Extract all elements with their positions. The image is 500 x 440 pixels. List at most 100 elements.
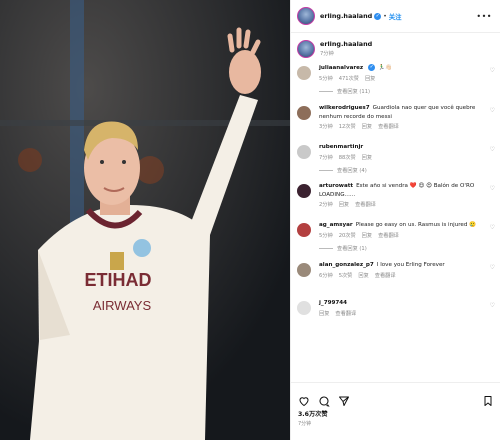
commenter-username[interactable]: rubenmartinjr bbox=[319, 144, 363, 150]
view-replies-label[interactable]: 查看回复 (11) bbox=[337, 88, 370, 95]
player-image: ETIHAD AIRWAYS bbox=[0, 0, 290, 440]
post-footer: 3.6万次赞 7分钟 bbox=[291, 382, 500, 440]
commenter-avatar[interactable] bbox=[297, 184, 311, 198]
comment-likes[interactable]: 12次赞 bbox=[339, 124, 356, 130]
verified-icon: ✓ bbox=[374, 12, 382, 20]
likes-count[interactable]: 3.6万次赞 bbox=[291, 407, 500, 418]
comment-text: wilkerodrigues7 Guardiola nao quer que vo… bbox=[319, 104, 487, 121]
replies-divider bbox=[319, 90, 333, 92]
commenter-avatar[interactable] bbox=[297, 263, 311, 277]
author-username[interactable]: erling.haaland bbox=[320, 40, 372, 48]
heart-icon[interactable]: ♡ bbox=[490, 67, 495, 74]
comment-text: juliaanalvarez ✓ 🏃‍♂️👋🏻 bbox=[319, 64, 487, 73]
view-replies-button[interactable]: 查看回复 (11) bbox=[319, 88, 487, 95]
commenter-username[interactable]: juliaanalvarez bbox=[319, 65, 363, 71]
heart-icon[interactable]: ♡ bbox=[490, 185, 495, 192]
comment-body: Please go easy on us. Rasmus is injured … bbox=[355, 222, 477, 228]
commenter-avatar[interactable] bbox=[297, 223, 311, 237]
view-replies-label[interactable]: 查看回复 (4) bbox=[337, 167, 367, 174]
comment-meta: 6分钟 5次赞 回复 查看翻译 bbox=[319, 272, 487, 279]
commenter-avatar[interactable] bbox=[297, 106, 311, 120]
comment-item: wilkerodrigues7 Guardiola nao quer que vo… bbox=[291, 104, 500, 140]
comment-time: 6分钟 bbox=[319, 272, 333, 279]
comment-body: 🏃‍♂️👋🏻 bbox=[378, 65, 393, 71]
reply-button[interactable]: 回复 bbox=[362, 124, 372, 130]
comment-list[interactable]: erling.haaland 7分钟 juliaanalvarez ✓ 🏃‍♂️👋🏻… bbox=[291, 36, 500, 380]
reply-button[interactable]: 回复 bbox=[339, 202, 349, 208]
comment-time: 5分钟 bbox=[319, 232, 333, 239]
svg-text:AIRWAYS: AIRWAYS bbox=[93, 298, 152, 313]
reply-button[interactable]: 回复 bbox=[362, 233, 372, 239]
replies-divider bbox=[319, 247, 333, 249]
comment-time: 3分钟 bbox=[319, 124, 333, 130]
comment-text: j_799744 bbox=[319, 299, 487, 308]
comment-time: 5分钟 bbox=[319, 75, 333, 82]
author-username[interactable]: erling.haaland bbox=[320, 12, 372, 20]
comment-text: ag_amsyar Please go easy on us. Rasmus is… bbox=[319, 221, 487, 230]
heart-icon[interactable]: ♡ bbox=[490, 107, 495, 114]
follow-button[interactable]: 关注 bbox=[389, 12, 402, 21]
caption-time: 7分钟 bbox=[320, 51, 334, 57]
action-bar bbox=[291, 383, 500, 407]
comment-likes[interactable]: 471次赞 bbox=[339, 76, 359, 82]
heart-icon[interactable]: ♡ bbox=[490, 224, 495, 231]
commenter-username[interactable]: ag_amsyar bbox=[319, 222, 353, 228]
comment-text: alan_gonzalez_p7 I love you Erling Foreve… bbox=[319, 261, 487, 270]
comment-likes[interactable]: 5次赞 bbox=[339, 273, 353, 279]
comment-time: 2分钟 bbox=[319, 202, 333, 208]
post-photo[interactable]: ETIHAD AIRWAYS bbox=[0, 0, 290, 440]
heart-icon[interactable]: ♡ bbox=[490, 264, 495, 271]
translate-button[interactable]: 查看翻译 bbox=[375, 273, 396, 279]
reply-button[interactable]: 回复 bbox=[362, 155, 372, 161]
comment-item: rubenmartinjr 7分钟 88次赞 回复 ♡ 查看回复 (4) bbox=[291, 143, 500, 179]
comment-meta: 3分钟 12次赞 回复 查看翻译 bbox=[319, 123, 487, 130]
translate-button[interactable]: 查看翻译 bbox=[378, 124, 399, 130]
translate-button[interactable]: 查看翻译 bbox=[355, 202, 376, 208]
commenter-username[interactable]: arturowatt bbox=[319, 183, 353, 189]
comment-item: alan_gonzalez_p7 I love you Erling Foreve… bbox=[291, 261, 500, 297]
author-avatar[interactable] bbox=[297, 40, 315, 58]
translate-button[interactable]: 查看翻译 bbox=[335, 311, 356, 317]
heart-icon[interactable] bbox=[298, 392, 310, 407]
reply-button[interactable]: 回复 bbox=[319, 311, 329, 317]
commenter-username[interactable]: alan_gonzalez_p7 bbox=[319, 262, 374, 268]
commenter-avatar[interactable] bbox=[297, 66, 311, 80]
comment-likes[interactable]: 88次赞 bbox=[339, 155, 356, 161]
view-replies-button[interactable]: 查看回复 (1) bbox=[319, 245, 487, 252]
comment-meta: 5分钟 471次赞 回复 bbox=[319, 75, 487, 82]
caption-row: erling.haaland 7分钟 bbox=[291, 36, 500, 64]
reply-button[interactable]: 回复 bbox=[365, 76, 375, 82]
post-time: 7分钟 bbox=[298, 421, 312, 427]
comment-text: rubenmartinjr bbox=[319, 143, 487, 152]
post-header: erling.haaland ✓ • 关注 ••• bbox=[291, 0, 500, 33]
svg-text:ETIHAD: ETIHAD bbox=[85, 270, 152, 290]
comment-meta: 7分钟 88次赞 回复 bbox=[319, 154, 487, 161]
comment-time: 7分钟 bbox=[319, 154, 333, 161]
reply-button[interactable]: 回复 bbox=[358, 273, 368, 279]
comment-item: j_799744 回复 查看翻译 ♡ bbox=[291, 299, 500, 335]
comment-meta: 2分钟 回复 查看翻译 bbox=[319, 201, 487, 208]
comment-meta: 回复 查看翻译 bbox=[319, 310, 487, 317]
bookmark-icon[interactable] bbox=[482, 392, 494, 406]
heart-icon[interactable]: ♡ bbox=[490, 146, 495, 153]
comment-likes[interactable]: 20次赞 bbox=[339, 233, 356, 239]
comment-item: arturowatt Este año si vendra ❤️ 😍 😍 Baló… bbox=[291, 182, 500, 218]
view-replies-button[interactable]: 查看回复 (4) bbox=[319, 167, 487, 174]
heart-icon[interactable]: ♡ bbox=[490, 302, 495, 309]
comment-meta: 5分钟 20次赞 回复 查看翻译 bbox=[319, 232, 487, 239]
author-avatar[interactable] bbox=[297, 7, 315, 25]
translate-button[interactable]: 查看翻译 bbox=[378, 233, 399, 239]
commenter-username[interactable]: j_799744 bbox=[319, 300, 347, 306]
view-replies-label[interactable]: 查看回复 (1) bbox=[337, 245, 367, 252]
share-icon[interactable] bbox=[338, 392, 350, 406]
replies-divider bbox=[319, 169, 333, 171]
app-root: ETIHAD AIRWAYS erling.haaland ✓ • 关注 •••… bbox=[0, 0, 500, 440]
more-icon[interactable]: ••• bbox=[476, 12, 492, 21]
comment-icon[interactable] bbox=[318, 392, 330, 407]
commenter-username[interactable]: wilkerodrigues7 bbox=[319, 105, 370, 111]
comment-item: ag_amsyar Please go easy on us. Rasmus is… bbox=[291, 221, 500, 257]
commenter-avatar[interactable] bbox=[297, 145, 311, 159]
comment-item: juliaanalvarez ✓ 🏃‍♂️👋🏻 5分钟 471次赞 回复 ♡ 查看回复 (11… bbox=[291, 64, 500, 100]
commenter-avatar[interactable] bbox=[297, 301, 311, 315]
verified-icon: ✓ bbox=[368, 64, 376, 71]
